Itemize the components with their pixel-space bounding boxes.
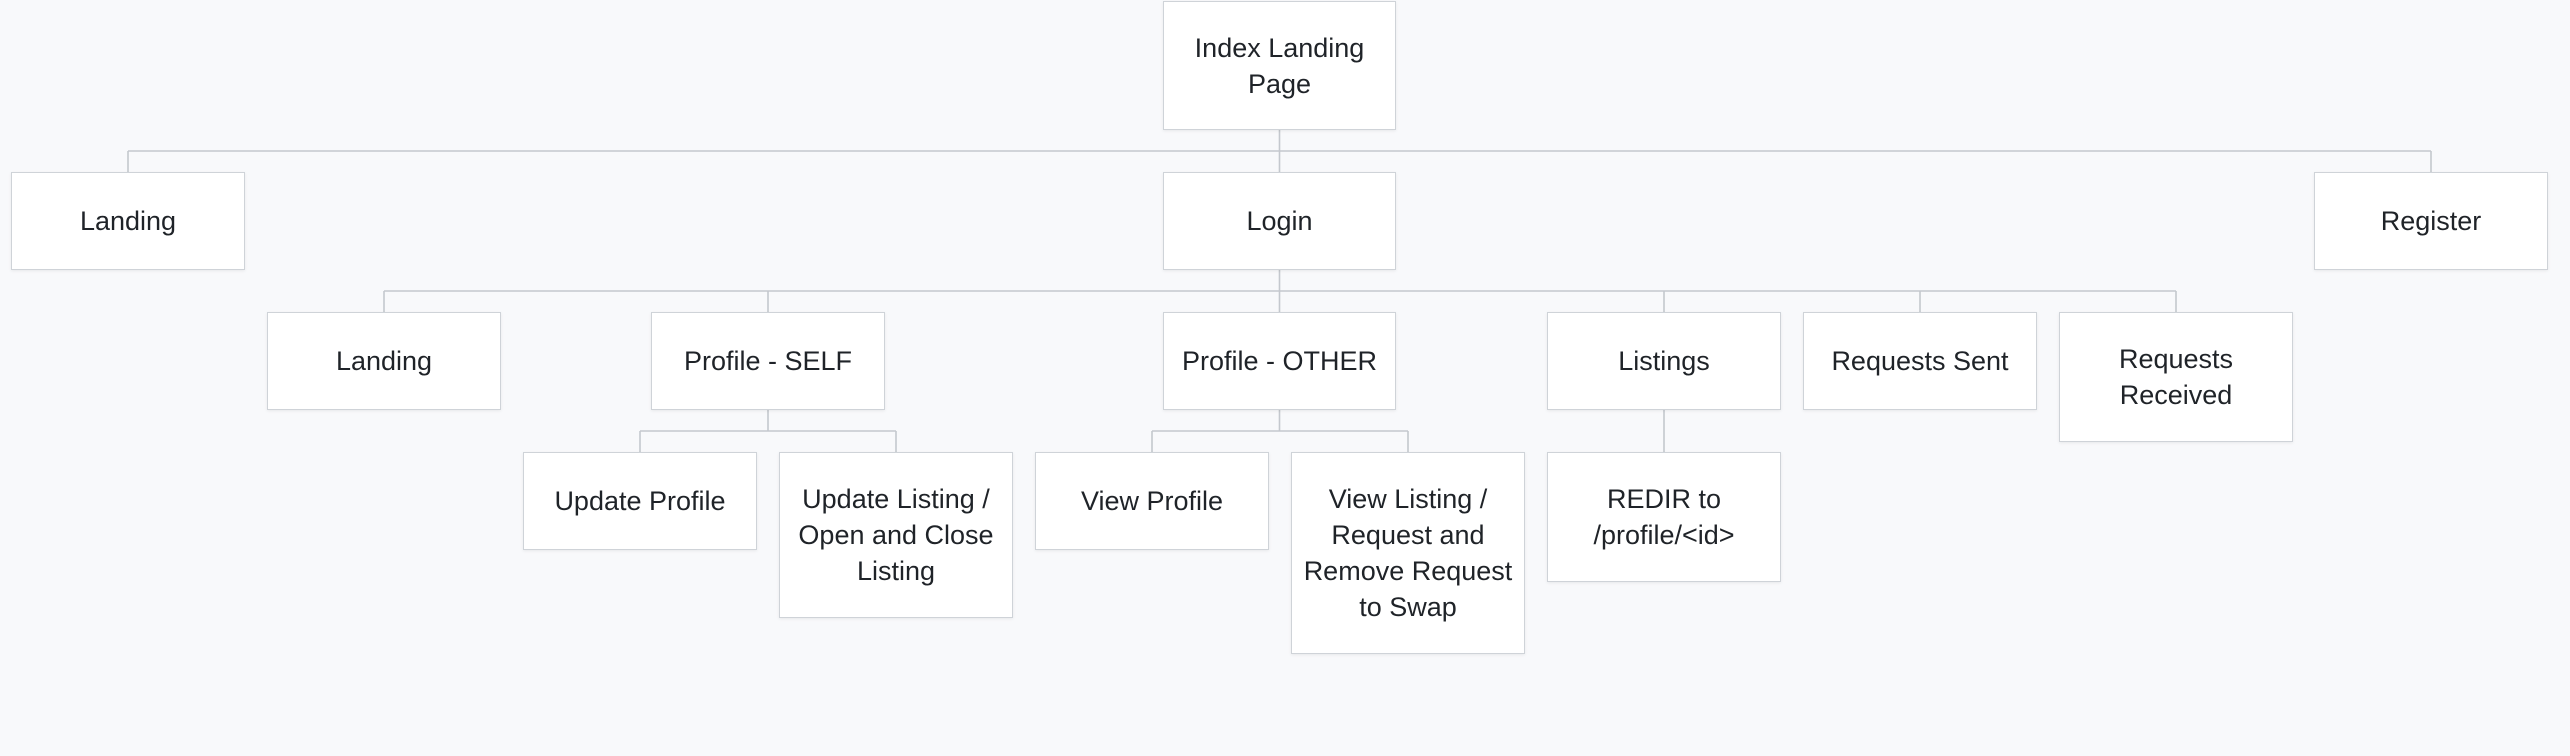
node-landing-sub: Landing (267, 312, 501, 410)
sitemap-diagram: Index Landing Page Landing Login Registe… (0, 0, 2570, 756)
node-landing-top: Landing (11, 172, 245, 270)
node-profile-self: Profile - SELF (651, 312, 885, 410)
node-register: Register (2314, 172, 2548, 270)
node-listings: Listings (1547, 312, 1781, 410)
node-update-profile: Update Profile (523, 452, 757, 550)
node-redir-profile: REDIR to /profile/<id> (1547, 452, 1781, 582)
node-view-listing: View Listing / Request and Remove Reques… (1291, 452, 1525, 654)
node-requests-received: Requests Received (2059, 312, 2293, 442)
node-requests-sent: Requests Sent (1803, 312, 2037, 410)
node-update-listing: Update Listing / Open and Close Listing (779, 452, 1013, 618)
node-profile-other: Profile - OTHER (1163, 312, 1396, 410)
node-view-profile: View Profile (1035, 452, 1269, 550)
node-index-landing-page: Index Landing Page (1163, 1, 1396, 130)
node-login: Login (1163, 172, 1396, 270)
